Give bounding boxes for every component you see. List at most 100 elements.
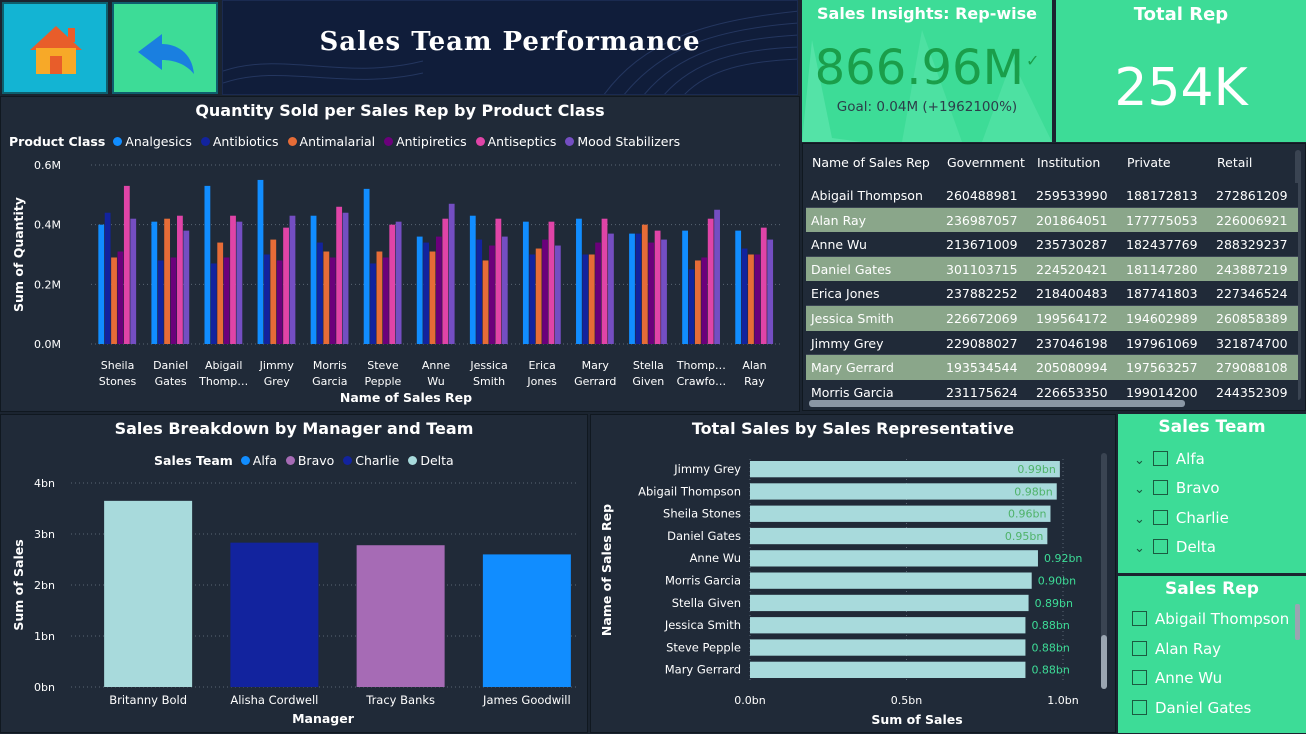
slicer-scrollbar[interactable] — [1295, 604, 1300, 640]
slicer-item-charlie[interactable]: ⌄ Charlie — [1134, 509, 1229, 527]
horizontal-scrollbar[interactable] — [809, 400, 1185, 407]
table-row[interactable]: Jessica Smith 226672069 199564172 194602989… — [806, 306, 1298, 331]
col-header[interactable]: Private — [1127, 155, 1171, 170]
chevron-down-icon[interactable]: ⌄ — [1134, 541, 1145, 556]
table-cell: 194602989 — [1126, 311, 1198, 326]
table-cell: 227346524 — [1216, 286, 1288, 302]
slicer-item-daniel[interactable]: Daniel Gates — [1132, 699, 1251, 717]
y-tick-label: Mary Gerrard — [665, 663, 741, 677]
chevron-down-icon[interactable]: ⌄ — [1134, 512, 1145, 527]
page-title: Sales Team Performance — [319, 27, 701, 57]
table-cell: 181147280 — [1126, 261, 1198, 277]
bar — [317, 242, 323, 344]
table-row[interactable]: Morris Garcia 231175624 226653350 199014200… — [806, 379, 1298, 400]
y-tick-label: 1bn — [34, 630, 55, 643]
title-banner: Sales Team Performance — [222, 0, 798, 95]
chevron-down-icon[interactable]: ⌄ — [1134, 453, 1145, 468]
bar — [429, 251, 436, 344]
col-header[interactable]: Government — [947, 155, 1025, 170]
table-cell: 197961069 — [1126, 335, 1198, 351]
y-tick-label: Stella Given — [672, 596, 741, 610]
table-cell: 301103715 — [946, 261, 1018, 277]
table-row[interactable]: Erica Jones 237882252 218400483 187741803 22… — [806, 281, 1298, 306]
home-button[interactable] — [2, 2, 108, 94]
slicer-item-delta[interactable]: ⌄ Delta — [1134, 538, 1216, 556]
bar — [389, 224, 396, 344]
slicer-item-anne[interactable]: Anne Wu — [1132, 669, 1222, 687]
manager-chart: 0bn 1bn 2bn 3bn 4bn Britanny Bold Alisha Cordw… — [11, 477, 576, 726]
table-row[interactable]: Daniel Gates 301103715 224520421 181147280 2… — [806, 256, 1298, 282]
y-axis-title: Name of Sales Rep — [599, 504, 614, 636]
slicer-item-alan[interactable]: Alan Ray — [1132, 640, 1221, 658]
bar — [217, 242, 224, 344]
slicer-item-bravo[interactable]: ⌄ Bravo — [1134, 479, 1220, 497]
bar — [750, 527, 1048, 545]
data-label: 0.88bn — [1031, 641, 1069, 654]
table-row[interactable]: Mary Gerrard 193534544 205080994 197563257 2… — [806, 355, 1298, 380]
table-row[interactable]: Alan Ray 236987057 201864051 177775053 22600… — [806, 207, 1298, 233]
bar — [356, 545, 445, 687]
table-cell: Anne Wu — [811, 237, 867, 253]
table-cell: 288329237 — [1216, 237, 1288, 253]
sales-table-body: Abigail Thompson 260488981 259533990 188172… — [806, 183, 1298, 400]
bar — [270, 239, 277, 344]
checkbox[interactable] — [1152, 451, 1168, 466]
x-tick-label: Gates — [155, 375, 187, 388]
check-icon: ✓ — [1025, 51, 1040, 70]
bar — [395, 221, 402, 344]
table-cell: 226006921 — [1216, 212, 1288, 228]
checkbox[interactable] — [1132, 700, 1147, 715]
table-cell: 260858389 — [1216, 311, 1288, 326]
slicer-item-alfa[interactable]: ⌄ Alfa — [1134, 450, 1205, 468]
sales-rep-slicer: Sales Rep Abigail Thompson Alan Ray Anne… — [1118, 576, 1306, 733]
chevron-down-icon[interactable]: ⌄ — [1134, 482, 1145, 497]
y-tick-label: Daniel Gates — [667, 529, 741, 543]
checkbox[interactable] — [1132, 611, 1147, 626]
slicer-item-label: Alan Ray — [1155, 640, 1222, 658]
y-tick-label: Morris Garcia — [665, 574, 741, 588]
bar — [750, 594, 1029, 612]
checkbox[interactable] — [1152, 510, 1168, 525]
table-row[interactable]: Abigail Thompson 260488981 259533990 188172… — [806, 183, 1298, 208]
quantity-chart-panel: Quantity Sold per Sales Rep by Product C… — [0, 96, 800, 412]
data-label: 0.88bn — [1031, 664, 1069, 677]
table-cell: 197563257 — [1126, 360, 1198, 376]
checkbox[interactable] — [1152, 480, 1168, 495]
bar — [641, 224, 648, 344]
kpi-value: 866.96M — [814, 40, 1024, 96]
bar — [489, 245, 495, 344]
x-tick-label: Thomp… — [676, 359, 726, 372]
y-tick-label: 0.4M — [34, 219, 61, 232]
table-cell: 201864051 — [1036, 212, 1108, 228]
bar — [223, 257, 230, 344]
bar — [117, 251, 124, 344]
bar — [495, 218, 502, 344]
checkbox[interactable] — [1152, 539, 1168, 554]
col-header[interactable]: Name of Sales Rep — [812, 155, 930, 170]
x-axis-title: Sum of Sales — [871, 712, 962, 727]
data-label: 0.95bn — [1005, 530, 1043, 543]
col-header[interactable]: Retail — [1217, 155, 1252, 170]
table-cell: Alan Ray — [811, 212, 867, 228]
bar — [336, 206, 343, 344]
x-tick-label: Steve — [367, 359, 399, 372]
bar — [204, 185, 211, 344]
table-row[interactable]: Anne Wu 213671009 235730287 182437769 288329… — [806, 232, 1298, 257]
col-header[interactable]: Institution — [1037, 155, 1100, 170]
bar — [648, 242, 655, 344]
slicer-item-abigail[interactable]: Abigail Thompson — [1132, 610, 1289, 628]
bar — [442, 218, 449, 344]
table-cell: 199014200 — [1126, 384, 1198, 400]
checkbox[interactable] — [1132, 670, 1147, 685]
bar — [750, 483, 1057, 500]
table-row[interactable]: Jimmy Grey 229088027 237046198 197961069 321… — [806, 330, 1298, 356]
checkbox[interactable] — [1132, 641, 1147, 656]
quantity-chart: 0.0M 0.2M 0.4M 0.6M Sheila Stones Daniel Gates A… — [11, 159, 781, 405]
bar — [104, 500, 193, 687]
bar — [688, 269, 695, 344]
x-tick-label: Pepple — [365, 375, 402, 388]
bar — [382, 257, 389, 344]
back-button[interactable] — [112, 2, 218, 94]
bar — [416, 236, 423, 344]
x-tick-label: Sheila — [101, 359, 135, 372]
